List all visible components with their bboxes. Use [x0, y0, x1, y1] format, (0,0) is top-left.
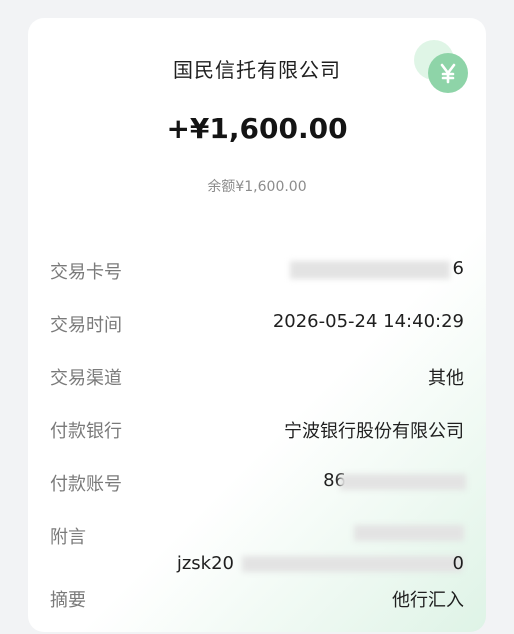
balance-text: 余额¥1,600.00 [207, 179, 307, 195]
channel-label: 交易渠道 [50, 368, 122, 389]
note-masked-line2 [242, 556, 462, 572]
bank-label: 付款银行 [50, 421, 122, 442]
note-head: jzsk20 [176, 553, 234, 574]
note-masked-line1 [354, 525, 464, 541]
note-label: 附言 [50, 527, 86, 548]
note-tail: 0 [452, 553, 464, 574]
transaction-amount: +¥1,600.00 [166, 112, 348, 145]
card-number-tail: 6 [452, 258, 464, 279]
channel-value: 其他 [428, 368, 464, 389]
account-label: 付款账号 [50, 474, 122, 495]
card-number-label: 交易卡号 [50, 262, 122, 283]
transaction-detail-card: 国民信托有限公司 +¥1,600.00 余额¥1,600.00 交易卡号 6 交… [28, 18, 486, 632]
time-value: 2026-05-24 14:40:29 [272, 311, 464, 332]
time-label: 交易时间 [50, 315, 122, 336]
account-masked [340, 474, 466, 490]
bank-value: 宁波银行股份有限公司 [284, 421, 464, 442]
card-number-masked [290, 261, 450, 279]
summary-value: 他行汇入 [392, 590, 464, 611]
summary-label: 摘要 [50, 590, 86, 611]
payer-name: 国民信托有限公司 [173, 58, 341, 82]
